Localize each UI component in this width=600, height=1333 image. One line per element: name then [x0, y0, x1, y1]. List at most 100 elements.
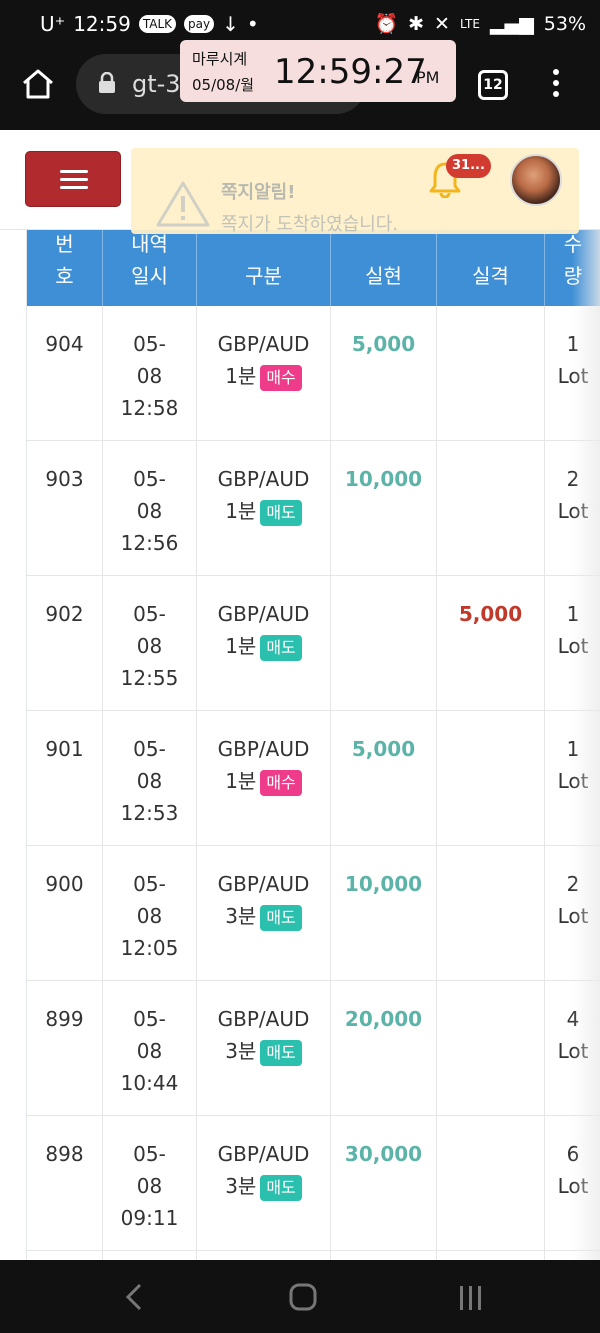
- status-right: ⏰ ✱ ✕ LTE ▂▄▆ 53%: [374, 12, 586, 36]
- kakaotalk-icon: TALK: [138, 15, 177, 33]
- menu-line: [60, 178, 88, 181]
- cell-loss: [437, 306, 545, 441]
- more-menu-icon[interactable]: [552, 68, 560, 98]
- lock-icon: [99, 72, 115, 93]
- trade-history-table[interactable]: 번호 내역일시 구분 실현 실격 수량 90405-0812:58GBP/AUD…: [26, 230, 600, 1260]
- cell-profit: 10,000: [331, 846, 437, 981]
- menu-line: [60, 186, 88, 189]
- cell-datetime: 05- 08 12:53: [103, 711, 197, 846]
- table-row[interactable]: 90105-0812:53GBP/AUD1분매수5,0001Lot: [27, 711, 600, 846]
- cell-datetime: 05- 08 12:56: [103, 441, 197, 576]
- clock-ampm: PM: [416, 68, 440, 87]
- network-label: LTE: [459, 16, 480, 31]
- currency-pair: GBP/AUD: [217, 467, 310, 491]
- currency-pair: GBP/AUD: [217, 737, 310, 761]
- menu-line: [60, 170, 88, 173]
- cell-category: GBP/AUD 1분 매도: [197, 576, 331, 711]
- table-row[interactable]: 89905-0810:44GBP/AUD3분매도20,0004Lot: [27, 981, 600, 1116]
- table-header: 번호 내역일시 구분 실현 실격 수량: [27, 230, 600, 306]
- status-left: U⁺ 12:59 TALK pay ↓ •: [40, 12, 259, 36]
- cell-datetime: 05- 08 12:05: [103, 846, 197, 981]
- cell-profit: 10,000: [331, 441, 437, 576]
- sell-badge: 매도: [260, 1039, 302, 1066]
- cell-no: 902: [27, 576, 103, 711]
- tab-count-button[interactable]: 12: [478, 70, 508, 100]
- period-label: 3분: [225, 904, 257, 928]
- sell-badge: 매도: [260, 904, 302, 931]
- pay-icon: pay: [184, 15, 215, 33]
- cell-loss: [437, 981, 545, 1116]
- table-row[interactable]: 90005-0812:05GBP/AUD3분매도10,0002Lot: [27, 846, 600, 981]
- cell-profit: 5,000: [331, 711, 437, 846]
- horizontal-scroll-hint: [572, 230, 600, 1260]
- cell-loss: [437, 441, 545, 576]
- cell-no: 900: [27, 846, 103, 981]
- clock-widget: 마루시계 05/08/월 12:59:27 PM: [180, 40, 456, 102]
- cell-datetime: 05- 08 10:44: [103, 981, 197, 1116]
- header-datetime: 내역 일시: [103, 230, 197, 306]
- carrier-label: U⁺: [40, 12, 66, 36]
- sell-badge: 매도: [260, 634, 302, 661]
- table-row[interactable]: 90205-0812:55GBP/AUD1분매도5,0001Lot: [27, 576, 600, 711]
- mute-icon: ✕: [434, 12, 450, 35]
- cell-profit: 30,000: [331, 1116, 437, 1251]
- currency-pair: GBP/AUD: [217, 1007, 310, 1031]
- currency-pair: GBP/AUD: [217, 872, 310, 896]
- home-nav-icon[interactable]: [288, 1282, 318, 1312]
- cell-loss: [437, 711, 545, 846]
- clock-date: 05/08/월: [192, 76, 255, 94]
- dot-icon: •: [246, 12, 259, 36]
- user-avatar[interactable]: [510, 154, 562, 206]
- notice-title: 쪽지알림!: [221, 182, 296, 203]
- header-profit: 실현: [331, 230, 437, 306]
- cell-loss: [437, 846, 545, 981]
- android-nav-bar: [0, 1260, 600, 1333]
- cell-profit: [331, 576, 437, 711]
- bluetooth-icon: ✱: [408, 12, 425, 35]
- cell-category: GBP/AUD 3분 매도: [197, 981, 331, 1116]
- header-no: 번호: [27, 230, 103, 306]
- home-icon[interactable]: [20, 66, 56, 102]
- sell-badge: 매도: [260, 1174, 302, 1201]
- signal-icon: ▂▄▆: [489, 12, 534, 35]
- period-label: 1분: [225, 364, 257, 388]
- clock-time: 12:59:27: [274, 52, 427, 92]
- cell-category: GBP/AUD 1분 매수: [197, 306, 331, 441]
- clock-title: 마루시계: [192, 50, 248, 68]
- table-row[interactable]: 90305-0812:56GBP/AUD1분매도10,0002Lot: [27, 441, 600, 576]
- cell-datetime: 05- 08 12:55: [103, 576, 197, 711]
- table-row[interactable]: 89805-0809:11GBP/AUD3분매도30,0006Lot: [27, 1116, 600, 1251]
- table-row[interactable]: 90405-0812:58GBP/AUD1분매수5,0001Lot: [27, 306, 600, 441]
- status-time: 12:59: [73, 12, 131, 36]
- cell-category: GBP/AUD 1분 매도: [197, 441, 331, 576]
- download-icon: ↓: [222, 12, 239, 36]
- cell-profit: 5,000: [331, 306, 437, 441]
- period-label: 3분: [225, 1174, 257, 1198]
- alarm-icon: ⏰: [374, 13, 399, 35]
- period-label: 1분: [225, 499, 257, 523]
- header-category: 구분: [197, 230, 331, 306]
- header-loss: 실격: [437, 230, 545, 306]
- warning-icon: [156, 181, 210, 227]
- cell-category: GBP/AUD 3분 매도: [197, 846, 331, 981]
- cell-no: 898: [27, 1116, 103, 1251]
- buy-badge: 매수: [260, 364, 302, 391]
- period-label: 3분: [225, 1039, 257, 1063]
- cell-no: 899: [27, 981, 103, 1116]
- recent-apps-icon[interactable]: [456, 1284, 486, 1312]
- period-label: 1분: [225, 769, 257, 793]
- cell-datetime: 05- 08 12:58: [103, 306, 197, 441]
- table-row[interactable]: [27, 1251, 600, 1260]
- period-label: 1분: [225, 634, 257, 658]
- currency-pair: GBP/AUD: [217, 602, 310, 626]
- cell-loss: 5,000: [437, 576, 545, 711]
- battery-label: 53%: [543, 12, 586, 35]
- cell-category: GBP/AUD 1분 매수: [197, 711, 331, 846]
- notice-body: 쪽지가 도착하였습니다.: [221, 214, 399, 235]
- notification-count-badge: 31...: [446, 154, 491, 178]
- back-icon[interactable]: [124, 1282, 144, 1312]
- cell-no: 904: [27, 306, 103, 441]
- currency-pair: GBP/AUD: [217, 332, 310, 356]
- buy-badge: 매수: [260, 769, 302, 796]
- menu-button[interactable]: [25, 151, 121, 207]
